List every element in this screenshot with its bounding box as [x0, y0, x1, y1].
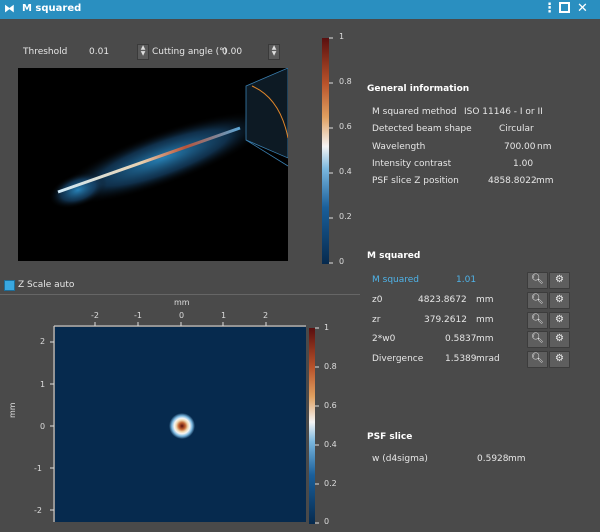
m2-zoom-button[interactable]: 🔍︎: [527, 272, 548, 289]
zscale-checkbox[interactable]: [4, 280, 15, 291]
x-tick: -1: [134, 311, 142, 320]
zr-unit: mm: [476, 315, 494, 325]
y-tick: 2: [40, 337, 46, 346]
x-tick: 2: [263, 311, 269, 320]
gi-wavelength-value: 700.00: [504, 142, 536, 152]
bottom-colorbar-tick: 0.2: [324, 479, 337, 488]
y-axis-unit: mm: [8, 402, 17, 418]
bottom-colorbar-tick: 1: [324, 323, 330, 332]
m2-value: 1.01: [456, 275, 477, 285]
psf-w-unit: mm: [508, 454, 526, 464]
psf-w-label: w (d4sigma): [372, 454, 428, 464]
y-tick: 0: [40, 422, 46, 431]
top-colorbar-tick: 0.2: [339, 212, 352, 221]
bottom-colorbar: [309, 327, 319, 524]
w0-unit: mm: [476, 334, 494, 344]
m2-settings-button[interactable]: ⚙︎: [549, 272, 570, 289]
top-colorbar: [322, 37, 333, 264]
gi-psfz-unit: mm: [536, 176, 554, 186]
gi-wavelength-unit: nm: [537, 142, 552, 152]
divergence-value: 1.5389: [445, 354, 477, 364]
general-info-header: General information: [367, 84, 470, 94]
y-tick: -2: [34, 506, 42, 515]
w0-value: 0.5837: [445, 334, 477, 344]
magnifier-icon: 🔍︎: [531, 333, 544, 344]
zr-settings-button[interactable]: ⚙︎: [549, 312, 570, 329]
wrench-icon: ⚙︎: [555, 274, 564, 285]
x-tick: -2: [91, 311, 99, 320]
magnifier-icon: 🔍︎: [531, 274, 544, 285]
gi-contrast-label: Intensity contrast: [372, 159, 452, 169]
gi-contrast-value: 1.00: [513, 159, 534, 169]
zr-value: 379.2612: [424, 315, 467, 325]
gi-method-value: ISO 11146 - I or II: [464, 107, 543, 117]
psf-spot: [169, 413, 195, 439]
wrench-icon: ⚙︎: [555, 314, 564, 325]
gi-psfz-label: PSF slice Z position: [372, 176, 459, 186]
top-colorbar-tick: 1: [339, 32, 345, 41]
cutting-angle-label: Cutting angle (°): [152, 47, 228, 57]
close-icon[interactable]: ✕: [577, 1, 588, 16]
top-colorbar-tick: 0: [339, 257, 345, 266]
psf-w-value: 0.5928: [477, 454, 509, 464]
gi-psfz-value: 4858.8022: [488, 176, 537, 186]
window-title: M squared: [22, 3, 82, 14]
top-colorbar-tick: 0.6: [339, 122, 352, 131]
threshold-label: Threshold: [23, 47, 68, 57]
x-tick: 0: [179, 311, 185, 320]
z0-settings-button[interactable]: ⚙︎: [549, 292, 570, 309]
bottom-colorbar-tick: 0: [324, 517, 330, 526]
x-axis-unit: mm: [174, 298, 190, 307]
bottom-colorbar-tick: 0.6: [324, 401, 337, 410]
gi-shape-value: Circular: [499, 124, 534, 134]
top-colorbar-tick: 0.4: [339, 167, 352, 176]
magnifier-icon: 🔍︎: [531, 314, 544, 325]
psf-slice-plot[interactable]: [48, 320, 310, 526]
bottom-colorbar-tick: 0.8: [324, 362, 337, 371]
m2-label: M squared: [372, 275, 419, 285]
z0-zoom-button[interactable]: 🔍︎: [527, 292, 548, 309]
gi-method-label: M squared method: [372, 107, 457, 117]
bottom-colorbar-tick: 0.4: [324, 440, 337, 449]
m-squared-header: M squared: [367, 251, 421, 261]
app-logo-icon: ⧓: [4, 2, 15, 15]
psf-slice-header: PSF slice: [367, 432, 413, 442]
divergence-zoom-button[interactable]: 🔍︎: [527, 351, 548, 368]
magnifier-icon: 🔍︎: [531, 353, 544, 364]
w0-zoom-button[interactable]: 🔍︎: [527, 331, 548, 348]
threshold-input[interactable]: 0.01: [89, 47, 109, 57]
threshold-spinner[interactable]: ▲ ▼: [137, 44, 149, 60]
divider: [0, 294, 360, 295]
more-options-icon[interactable]: ⋮: [543, 1, 556, 16]
zscale-label: Z Scale auto: [18, 280, 75, 290]
top-colorbar-tick: 0.8: [339, 77, 352, 86]
w0-settings-button[interactable]: ⚙︎: [549, 331, 570, 348]
zr-zoom-button[interactable]: 🔍︎: [527, 312, 548, 329]
maximize-icon[interactable]: [559, 2, 570, 17]
gi-wavelength-label: Wavelength: [372, 142, 426, 152]
cutting-angle-input[interactable]: 0.00: [222, 47, 242, 57]
z0-value: 4823.8672: [418, 295, 467, 305]
wrench-icon: ⚙︎: [555, 333, 564, 344]
wrench-icon: ⚙︎: [555, 294, 564, 305]
magnifier-icon: 🔍︎: [531, 294, 544, 305]
title-bar: ⧓ M squared ⋮ ✕: [0, 0, 600, 19]
divergence-unit: mrad: [476, 354, 500, 364]
y-tick: 1: [40, 380, 46, 389]
divergence-settings-button[interactable]: ⚙︎: [549, 351, 570, 368]
x-tick: 1: [221, 311, 227, 320]
w0-label: 2*w0: [372, 334, 396, 344]
wrench-icon: ⚙︎: [555, 353, 564, 364]
beam-3d-view[interactable]: [18, 68, 288, 261]
gi-shape-label: Detected beam shape: [372, 124, 472, 134]
z0-unit: mm: [476, 295, 494, 305]
y-tick: -1: [34, 464, 42, 473]
divergence-label: Divergence: [372, 354, 424, 364]
zr-label: zr: [372, 315, 381, 325]
z0-label: z0: [372, 295, 383, 305]
cutting-angle-spinner[interactable]: ▲ ▼: [268, 44, 280, 60]
